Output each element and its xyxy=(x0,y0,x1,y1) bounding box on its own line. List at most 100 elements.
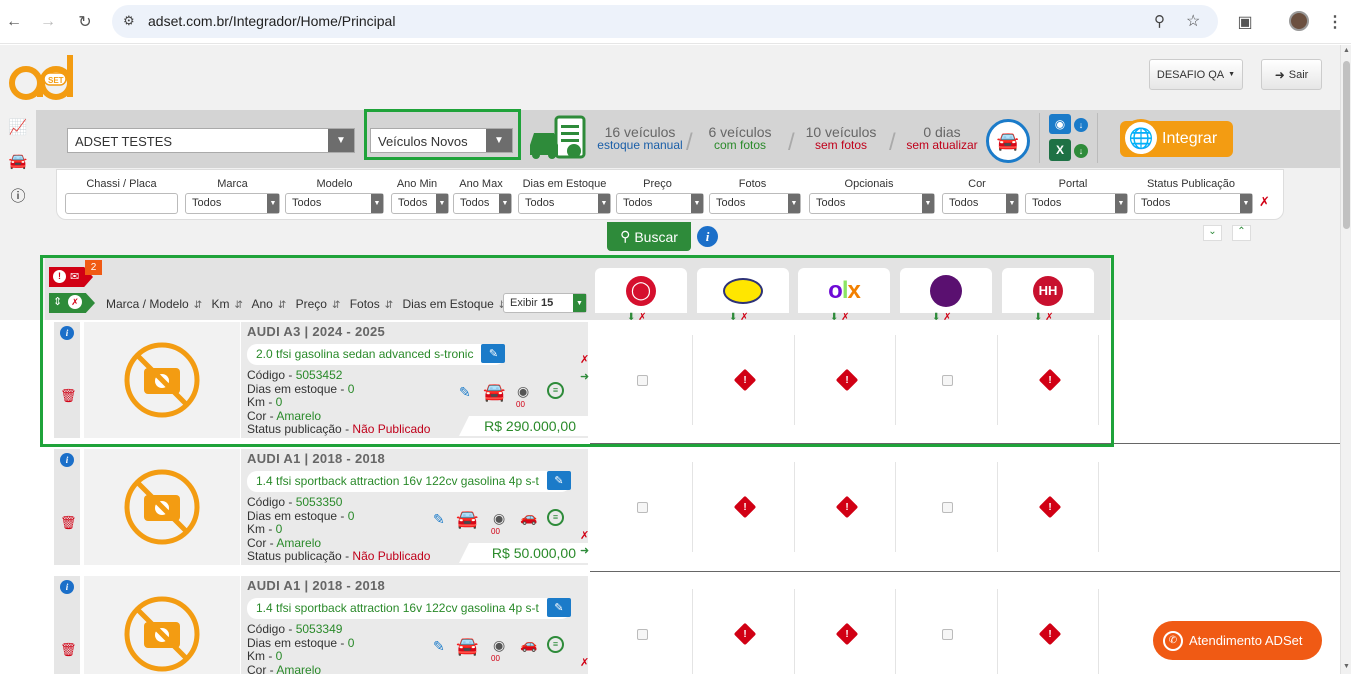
forward-icon[interactable]: → xyxy=(36,10,60,34)
eraser-icon[interactable]: ✗ xyxy=(580,529,589,542)
edit-icon[interactable]: ✎ xyxy=(433,511,445,528)
dashboard-chart-icon[interactable]: 📈 xyxy=(0,110,36,144)
portal-checkbox[interactable] xyxy=(942,629,953,640)
filter-cor-select[interactable]: Todos ▼ xyxy=(942,193,1019,214)
chevron-down-icon: ▼ xyxy=(598,194,610,213)
stock-list-icon[interactable] xyxy=(528,115,590,161)
extensions-icon[interactable]: ▣ xyxy=(1233,10,1257,34)
chevron-down-icon: ▼ xyxy=(1006,194,1018,213)
filter-portal-select[interactable]: Todos ▼ xyxy=(1025,193,1128,214)
filter-preco-select[interactable]: Todos ▼ xyxy=(616,193,704,214)
car-icon[interactable]: 🚘 xyxy=(456,636,478,657)
chassi-input[interactable] xyxy=(65,193,178,214)
portal-checkbox[interactable] xyxy=(942,502,953,513)
description-text: 1.4 tfsi sportback attraction 16v 122cv … xyxy=(256,601,539,615)
edit-icon[interactable]: ✎ xyxy=(546,471,571,490)
car-settings-icon[interactable]: 🚗 xyxy=(520,509,537,526)
stat-without-photos[interactable]: 10 veículos sem fotos xyxy=(800,125,882,152)
support-chat-button[interactable]: ✆ Atendimento ADSet xyxy=(1153,621,1322,660)
browser-menu-icon[interactable]: ⋮ xyxy=(1323,10,1347,34)
filter-modelo-select[interactable]: Todos ▼ xyxy=(285,193,384,214)
search-button[interactable]: ⚲ Buscar xyxy=(607,222,691,251)
filter-dias-select[interactable]: Todos ▼ xyxy=(518,193,611,214)
profile-avatar[interactable] xyxy=(1289,11,1309,31)
filter-fotos-select[interactable]: Todos ▼ xyxy=(709,193,801,214)
stat-with-photos[interactable]: 6 veículos com fotos xyxy=(700,125,780,152)
stat-label: sem fotos xyxy=(814,138,868,152)
excel-export-icon[interactable]: X xyxy=(1049,139,1071,161)
edit-icon[interactable]: ✎ xyxy=(433,638,445,655)
warning-icon[interactable]: ! xyxy=(835,622,859,646)
car-settings-icon[interactable]: 🚗 xyxy=(520,636,537,653)
expand-down-icon[interactable]: ⌄ xyxy=(1203,225,1222,241)
arrow-right-icon[interactable]: ➜ xyxy=(580,544,589,557)
page-scrollbar[interactable]: ▲ ▼ xyxy=(1340,45,1351,674)
eraser-icon[interactable]: ✗ xyxy=(580,656,589,669)
integrate-button[interactable]: 🌐 Integrar xyxy=(1120,119,1233,157)
km-line: Km - 0 xyxy=(247,523,282,536)
download-icon[interactable]: ↓ xyxy=(1074,144,1088,158)
account-menu-button[interactable]: DESAFIO QA ▼ xyxy=(1149,59,1243,90)
car-icon[interactable]: 🚘 xyxy=(456,509,478,530)
info-icon[interactable]: i xyxy=(60,453,74,467)
divider xyxy=(1098,589,1099,674)
info-icon[interactable]: i xyxy=(60,580,74,594)
download-icon[interactable]: ↓ xyxy=(1074,118,1088,132)
filter-ano-max-select[interactable]: Todos ▼ xyxy=(453,193,512,214)
address-bar[interactable]: ⚙ adset.com.br/Integrador/Home/Principal… xyxy=(112,5,1218,38)
divider: / xyxy=(686,129,693,156)
status-value: Não Publicado xyxy=(352,549,431,563)
km-line: Km - 0 xyxy=(247,650,282,663)
camera-upload-icon[interactable]: ◉ xyxy=(1049,114,1071,134)
filter-label-opcionais: Opcionais xyxy=(844,178,894,190)
divider xyxy=(692,462,693,552)
filter-marca-select[interactable]: Todos ▼ xyxy=(185,193,280,214)
stat-manual-stock[interactable]: 16 veículos estoque manual xyxy=(594,125,686,152)
warning-icon[interactable]: ! xyxy=(835,495,859,519)
warning-icon[interactable]: ! xyxy=(733,622,757,646)
scroll-thumb[interactable] xyxy=(1343,61,1350,229)
zoom-icon[interactable]: ⚲ xyxy=(1154,12,1165,30)
add-vehicle-icon[interactable]: 🚘 xyxy=(986,119,1030,163)
select-value: Todos xyxy=(1141,197,1171,209)
edit-icon[interactable]: ✎ xyxy=(546,598,571,617)
chevron-down-icon: ▼ xyxy=(328,129,354,152)
filter-opcionais-select[interactable]: Todos ▼ xyxy=(809,193,935,214)
select-value: Todos xyxy=(460,197,490,209)
site-settings-icon[interactable]: ⚙ xyxy=(123,13,135,29)
dias-label: Dias em estoque - xyxy=(247,509,348,523)
chevron-down-icon: ▼ xyxy=(499,194,511,213)
clear-filters-eraser-icon[interactable]: ✗ xyxy=(1259,194,1270,210)
back-icon[interactable]: ← xyxy=(2,10,26,34)
logout-button[interactable]: ➜ Sair xyxy=(1261,59,1322,90)
collapse-up-icon[interactable]: ⌃ xyxy=(1232,225,1251,241)
stat-not-updated[interactable]: 0 dias sem atualizar xyxy=(902,125,982,152)
bookmark-star-icon[interactable]: ☆ xyxy=(1186,11,1200,31)
vehicle-title: AUDI A1 | 2018 - 2018 xyxy=(247,451,386,466)
warning-icon[interactable]: ! xyxy=(1038,622,1062,646)
whatsapp-icon: ✆ xyxy=(1163,630,1183,651)
warning-icon[interactable]: ! xyxy=(1038,495,1062,519)
adset-logo[interactable]: SET xyxy=(8,53,76,103)
search-info-icon[interactable]: i xyxy=(697,226,718,247)
filter-status-select[interactable]: Todos ▼ xyxy=(1134,193,1253,214)
scroll-down-icon[interactable]: ▼ xyxy=(1343,663,1350,670)
portal-checkbox[interactable] xyxy=(637,629,648,640)
trash-icon[interactable]: 🗑 xyxy=(60,515,77,531)
filter-label-cor: Cor xyxy=(968,178,986,190)
reload-icon[interactable]: ↻ xyxy=(73,10,97,34)
camera-icon[interactable]: ◉ xyxy=(493,637,505,654)
trash-icon[interactable]: 🗑 xyxy=(60,642,77,658)
vehicle-photo[interactable] xyxy=(84,449,240,565)
filter-ano-min-select[interactable]: Todos ▼ xyxy=(391,193,449,214)
warning-icon[interactable]: ! xyxy=(733,495,757,519)
store-select[interactable]: ADSET TESTES ▼ xyxy=(67,128,355,153)
portal-checkbox[interactable] xyxy=(637,502,648,513)
scroll-up-icon[interactable]: ▲ xyxy=(1343,47,1350,54)
list-icon[interactable]: ≡ xyxy=(547,636,564,653)
list-icon[interactable]: ≡ xyxy=(547,509,564,526)
camera-icon[interactable]: ◉ xyxy=(493,510,505,527)
vehicles-car-icon[interactable]: 🚘 xyxy=(0,144,36,178)
vehicle-photo[interactable] xyxy=(84,576,240,674)
help-icon[interactable]: ⓘ xyxy=(0,178,36,212)
